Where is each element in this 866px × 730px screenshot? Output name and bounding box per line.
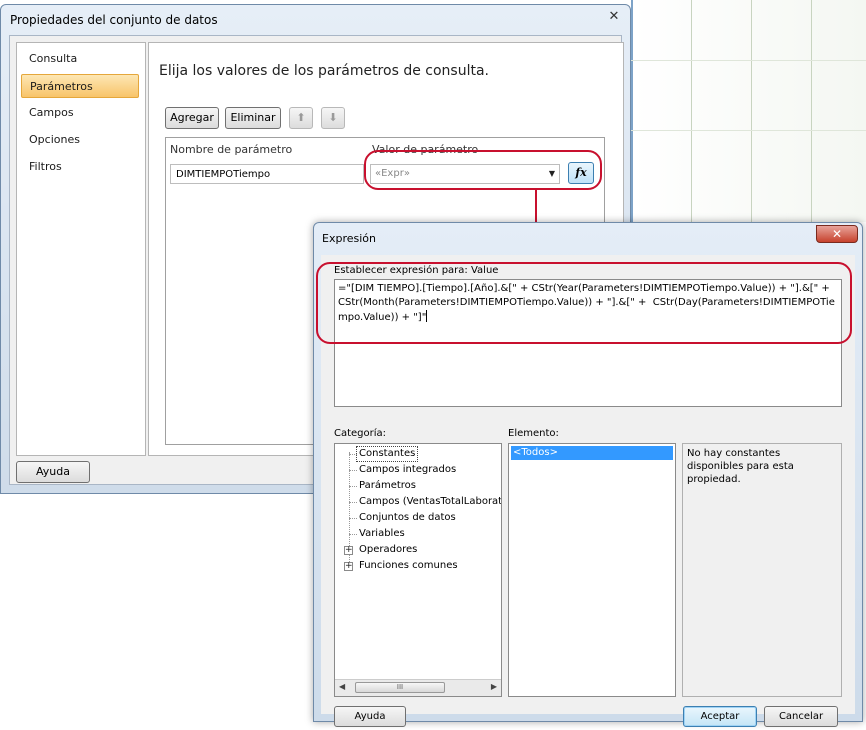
description-text: No hay constantes disponibles para esta …	[687, 448, 794, 485]
tree-connector	[349, 518, 357, 519]
arrow-down-icon: ⬇	[328, 111, 338, 124]
category-tree[interactable]: Constantes Campos integrados Parámetros …	[334, 443, 502, 697]
nav-item-consulta[interactable]: Consulta	[21, 47, 139, 71]
tree-connector	[349, 454, 357, 455]
scroll-left-icon[interactable]: ◀	[339, 682, 345, 691]
expression-dialog-title: Expresión	[322, 232, 376, 245]
tree-item-campos-dataset[interactable]: Campos (VentasTotalLaboratorio)	[359, 495, 501, 509]
category-horizontal-scrollbar[interactable]: ◀ III ▶	[335, 679, 501, 696]
scroll-right-icon[interactable]: ▶	[491, 682, 497, 691]
add-button[interactable]: Agregar	[165, 107, 219, 129]
tree-item-conjuntos-de-datos[interactable]: Conjuntos de datos	[359, 511, 456, 525]
nav-item-campos[interactable]: Campos	[21, 101, 139, 125]
description-panel: No hay constantes disponibles para esta …	[682, 443, 842, 697]
column-header-name: Nombre de parámetro	[170, 143, 293, 156]
tree-item-campos-integrados[interactable]: Campos integrados	[359, 463, 456, 477]
element-label: Elemento:	[508, 428, 559, 439]
close-icon: ✕	[831, 227, 843, 241]
highlight-expression	[316, 262, 852, 344]
background-grid-line	[631, 60, 866, 61]
delete-button[interactable]: Eliminar	[225, 107, 281, 129]
tree-connector	[349, 470, 357, 471]
element-item-todos[interactable]: <Todos>	[511, 446, 673, 460]
arrow-up-icon: ⬆	[296, 111, 306, 124]
nav-item-opciones[interactable]: Opciones	[21, 128, 139, 152]
move-up-button[interactable]: ⬆	[289, 107, 313, 129]
tree-connector	[349, 486, 357, 487]
parameter-name-input[interactable]: DIMTIEMPOTiempo	[170, 164, 364, 184]
highlight-value-cell	[364, 150, 602, 190]
expression-dialog-titlebar[interactable]: Expresión ✕	[314, 223, 862, 253]
tree-connector	[349, 534, 357, 535]
nav-panel: Consulta Parámetros Campos Opciones Filt…	[16, 42, 146, 456]
dataset-dialog-titlebar[interactable]: Propiedades del conjunto de datos ✕	[1, 5, 630, 33]
nav-item-filtros[interactable]: Filtros	[21, 155, 139, 179]
close-icon[interactable]: ✕	[606, 9, 622, 25]
background-grid-line	[811, 0, 812, 222]
dataset-dialog-title: Propiedades del conjunto de datos	[10, 13, 218, 27]
cancel-button[interactable]: Cancelar	[764, 706, 838, 727]
background-edge-line	[631, 0, 633, 222]
nav-item-parametros[interactable]: Parámetros	[21, 74, 139, 98]
expand-plus-icon[interactable]: +	[344, 562, 353, 571]
background-window-fragment	[631, 0, 866, 222]
background-grid-line	[631, 130, 866, 131]
scroll-thumb[interactable]: III	[355, 682, 445, 693]
accept-button[interactable]: Aceptar	[683, 706, 757, 727]
expression-close-button[interactable]: ✕	[816, 225, 858, 243]
tree-connector	[349, 502, 357, 503]
panel-heading: Elija los valores de los parámetros de c…	[159, 63, 489, 79]
element-list[interactable]: <Todos>	[508, 443, 676, 697]
background-grid-line	[691, 0, 692, 222]
tree-item-operadores[interactable]: Operadores	[359, 543, 417, 557]
move-down-button[interactable]: ⬇	[321, 107, 345, 129]
category-label: Categoría:	[334, 428, 387, 439]
expand-plus-icon[interactable]: +	[344, 546, 353, 555]
tree-item-parametros[interactable]: Parámetros	[359, 479, 416, 493]
background-grid-line	[751, 0, 752, 222]
expression-help-button[interactable]: Ayuda	[334, 706, 406, 727]
tree-item-funciones-comunes[interactable]: Funciones comunes	[359, 559, 458, 573]
tree-item-constantes[interactable]: Constantes	[355, 446, 419, 462]
help-button[interactable]: Ayuda	[16, 461, 90, 483]
tree-item-variables[interactable]: Variables	[359, 527, 405, 541]
